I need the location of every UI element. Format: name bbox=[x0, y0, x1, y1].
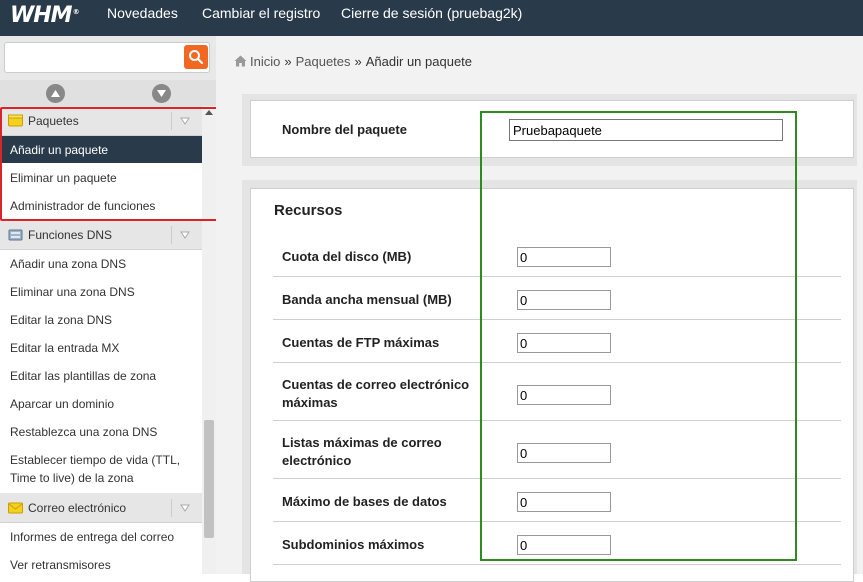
breadcrumb-home-link[interactable]: Inicio bbox=[250, 54, 280, 69]
row-divider bbox=[273, 362, 841, 363]
ftp-accounts-input[interactable] bbox=[517, 333, 611, 353]
category-divider bbox=[171, 112, 172, 130]
category-divider bbox=[171, 226, 172, 244]
package-icon bbox=[8, 114, 23, 127]
category-label: Paquetes bbox=[28, 114, 79, 128]
sidebar-scrollbar[interactable] bbox=[202, 106, 216, 574]
sidebar-item-anadir-zona-dns[interactable]: Añadir una zona DNS bbox=[0, 250, 202, 278]
resources-title: Recursos bbox=[274, 202, 343, 219]
resources-panel-wrap: Recursos Cuota del disco (MB) Banda anch… bbox=[242, 180, 857, 582]
search-button[interactable] bbox=[184, 45, 208, 69]
sidebar-item-informes-entrega[interactable]: Informes de entrega del correo bbox=[0, 523, 202, 551]
sidebar-item-administrador-funciones[interactable]: Administrador de funciones bbox=[0, 192, 202, 220]
scroll-up-button[interactable] bbox=[46, 84, 65, 103]
sidebar-scroll-controls bbox=[0, 80, 216, 106]
scrollbar-thumb[interactable] bbox=[204, 420, 214, 538]
collapse-toggle-icon[interactable] bbox=[178, 228, 192, 242]
breadcrumb-paquetes-link[interactable]: Paquetes bbox=[296, 54, 351, 69]
category-label: Correo electrónico bbox=[28, 501, 127, 515]
sidebar-item-anadir-paquete[interactable]: Añadir un paquete bbox=[0, 136, 202, 164]
row-divider bbox=[273, 420, 841, 421]
sidebar-category-correo[interactable]: Correo electrónico bbox=[0, 493, 202, 523]
sidebar-item-ttl-zona[interactable]: Establecer tiempo de vida (TTL, Time to … bbox=[0, 446, 202, 493]
package-name-label: Nombre del paquete bbox=[282, 122, 407, 137]
nav-cambiar-registro[interactable]: Cambiar el registro bbox=[202, 5, 320, 21]
subdomains-label: Subdominios máximos bbox=[282, 537, 425, 552]
email-accounts-label: Cuentas de correo electrónico máximas bbox=[282, 377, 470, 410]
sidebar-item-eliminar-paquete[interactable]: Eliminar un paquete bbox=[0, 164, 202, 192]
row-divider bbox=[273, 478, 841, 479]
row-divider bbox=[273, 319, 841, 320]
sidebar-search-input[interactable] bbox=[4, 42, 210, 73]
row-divider bbox=[273, 521, 841, 522]
package-name-panel: Nombre del paquete bbox=[250, 100, 854, 158]
sidebar-category-paquetes[interactable]: Paquetes bbox=[0, 106, 202, 136]
sidebar-item-editar-plantillas-zona[interactable]: Editar las plantillas de zona bbox=[0, 362, 202, 390]
breadcrumb-separator: » bbox=[284, 54, 292, 69]
resources-panel: Recursos Cuota del disco (MB) Banda anch… bbox=[250, 188, 854, 582]
sidebar-category-funciones-dns[interactable]: Funciones DNS bbox=[0, 220, 202, 250]
whm-logo[interactable]: WHM® bbox=[10, 3, 80, 28]
home-icon bbox=[234, 55, 247, 67]
email-accounts-input[interactable] bbox=[517, 385, 611, 405]
main-content: Inicio» Paquetes» Añadir un paquete Nombre… bbox=[216, 36, 863, 582]
breadcrumb-current: Añadir un paquete bbox=[365, 54, 473, 69]
sidebar-item-eliminar-zona-dns[interactable]: Eliminar una zona DNS bbox=[0, 278, 202, 306]
databases-label: Máximo de bases de datos bbox=[282, 494, 447, 509]
scrollbar-up-arrow[interactable] bbox=[205, 110, 213, 115]
collapse-toggle-icon[interactable] bbox=[178, 501, 192, 515]
top-navigation-bar: WHM® Novedades Cambiar el registro Cierr… bbox=[0, 0, 863, 36]
ftp-accounts-label: Cuentas de FTP máximas bbox=[282, 335, 440, 350]
breadcrumb-separator: » bbox=[354, 54, 362, 69]
logo-text: WHM bbox=[10, 3, 73, 28]
arrow-down-icon bbox=[157, 90, 166, 97]
scroll-down-button[interactable] bbox=[152, 84, 171, 103]
sidebar-item-ver-retransmisores[interactable]: Ver retransmisores bbox=[0, 551, 202, 572]
logo-registered-mark: ® bbox=[72, 7, 80, 16]
sidebar: Paquetes Añadir un paquete Eliminar un p… bbox=[0, 36, 222, 574]
breadcrumb: Inicio» Paquetes» Añadir un paquete bbox=[234, 54, 472, 69]
mailing-lists-label: Listas máximas de correo electrónico bbox=[282, 435, 442, 468]
bandwidth-input[interactable] bbox=[517, 290, 611, 310]
category-divider bbox=[171, 499, 172, 517]
search-icon bbox=[189, 50, 204, 65]
disk-quota-input[interactable] bbox=[517, 247, 611, 267]
sidebar-menu: Paquetes Añadir un paquete Eliminar un p… bbox=[0, 106, 202, 572]
sidebar-item-editar-entrada-mx[interactable]: Editar la entrada MX bbox=[0, 334, 202, 362]
row-divider bbox=[273, 564, 841, 565]
databases-input[interactable] bbox=[517, 492, 611, 512]
email-icon bbox=[8, 502, 23, 514]
row-divider bbox=[273, 276, 841, 277]
category-label: Funciones DNS bbox=[28, 228, 113, 242]
sidebar-item-restablecer-zona-dns[interactable]: Restablezca una zona DNS bbox=[0, 418, 202, 446]
disk-quota-label: Cuota del disco (MB) bbox=[282, 249, 412, 264]
nav-novedades[interactable]: Novedades bbox=[107, 5, 178, 21]
sidebar-item-aparcar-dominio[interactable]: Aparcar un dominio bbox=[0, 390, 202, 418]
nav-logout[interactable]: Cierre de sesión (pruebag2k) bbox=[341, 5, 522, 21]
dns-icon bbox=[8, 229, 23, 241]
package-name-input[interactable] bbox=[509, 119, 783, 141]
arrow-up-icon bbox=[51, 90, 60, 97]
package-name-panel-wrap: Nombre del paquete bbox=[242, 94, 857, 166]
collapse-toggle-icon[interactable] bbox=[178, 114, 192, 128]
sidebar-item-editar-zona-dns[interactable]: Editar la zona DNS bbox=[0, 306, 202, 334]
subdomains-input[interactable] bbox=[517, 535, 611, 555]
mailing-lists-input[interactable] bbox=[517, 443, 611, 463]
sidebar-search-area bbox=[0, 36, 216, 80]
bandwidth-label: Banda ancha mensual (MB) bbox=[282, 292, 452, 307]
